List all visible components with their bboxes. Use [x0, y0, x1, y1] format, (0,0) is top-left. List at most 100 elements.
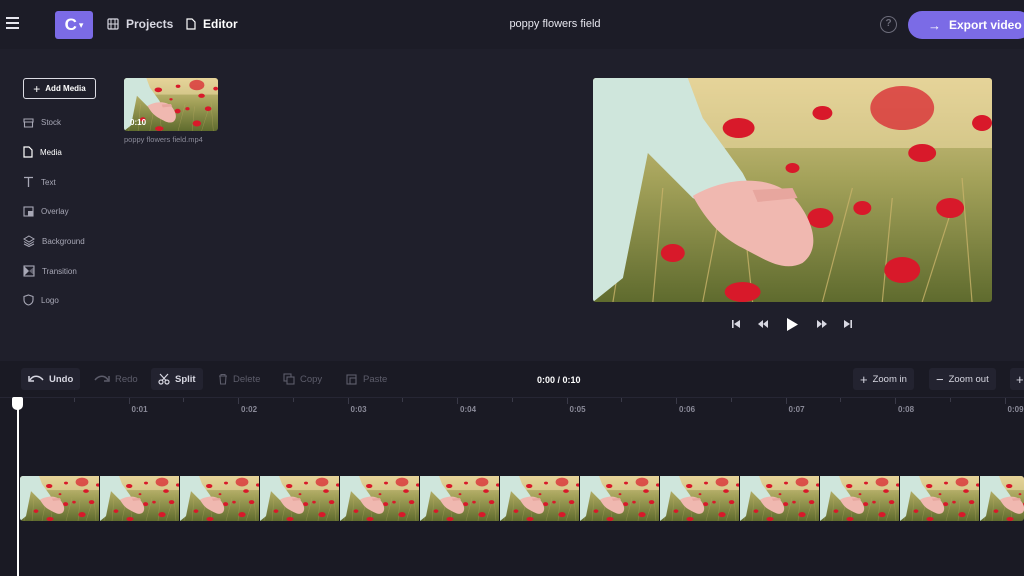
clip-frame-thumbnail: [340, 476, 420, 521]
fit-to-screen-button[interactable]: +: [1010, 368, 1024, 390]
delete-button[interactable]: Delete: [211, 368, 267, 390]
file-icon: [23, 146, 33, 158]
clip-frame-thumbnail: [20, 476, 100, 521]
overlay-icon: [23, 205, 34, 217]
file-icon: [186, 18, 196, 30]
layers-icon: [23, 235, 35, 247]
fast-forward-icon[interactable]: [815, 318, 829, 330]
copy-label: Copy: [300, 373, 323, 385]
undo-icon: [28, 375, 44, 382]
undo-label: Undo: [49, 373, 74, 385]
video-preview[interactable]: [593, 78, 992, 302]
stock-icon: [23, 117, 34, 128]
ruler-minor-tick: [840, 398, 842, 402]
clip-frame-thumbnail: [740, 476, 820, 521]
ruler-minor-tick: [511, 398, 513, 402]
nav-projects[interactable]: Projects: [107, 17, 173, 31]
sidebar-item-media[interactable]: Media: [23, 145, 62, 159]
timeline-ruler[interactable]: 0:01 0:02 0:03 0:04 0:05 0:06 0:07 0:08 0:09: [0, 397, 1024, 417]
logo-letter: C: [64, 15, 77, 34]
export-video-button[interactable]: → Export video: [908, 11, 1024, 39]
sidebar-item-label: Media: [40, 147, 62, 157]
project-title[interactable]: poppy flowers field: [455, 18, 655, 30]
trash-icon: [219, 373, 227, 385]
clip-frame-thumbnail: [660, 476, 740, 521]
chevron-down-icon: ▾: [78, 19, 84, 30]
zoom-in-button[interactable]: + Zoom in: [853, 368, 914, 390]
sidebar-item-label: Overlay: [41, 206, 69, 216]
video-preview-frame: [593, 78, 992, 302]
sidebar-item-label: Stock: [41, 117, 62, 127]
delete-label: Delete: [233, 373, 261, 385]
clip-frame-thumbnail: [580, 476, 660, 521]
ruler-minor-tick: [949, 398, 951, 402]
clip-frame-thumbnail: [100, 476, 180, 521]
sidebar-item-label: Text: [41, 177, 56, 187]
arrow-right-icon: →: [928, 17, 941, 33]
sidebar-item-stock[interactable]: Stock: [23, 115, 61, 129]
sidebar-item-label: Background: [42, 236, 85, 246]
ruler-tick: [238, 398, 239, 404]
undo-button[interactable]: Undo: [21, 368, 81, 390]
top-bar: C ▾ Projects Editor poppy flowers field …: [0, 0, 1024, 49]
clip-frame-thumbnail: [820, 476, 900, 521]
sidebar-item-background[interactable]: Background: [23, 234, 85, 248]
paste-button[interactable]: Paste: [339, 368, 394, 390]
skip-forward-icon[interactable]: [842, 318, 854, 330]
clip-frame-thumbnail: [260, 476, 340, 521]
sidebar-item-text[interactable]: Text: [23, 175, 56, 189]
copy-icon: [283, 373, 295, 385]
timeline-toolbar: Undo Redo Split Delete Copy Paste 0:00 /…: [0, 361, 1024, 397]
plus-icon: +: [1016, 371, 1024, 387]
ruler-minor-tick: [621, 398, 623, 402]
export-video-label: Export video: [949, 18, 1022, 32]
hamburger-menu-icon[interactable]: [6, 17, 19, 29]
ruler-tick-label: 0:05: [569, 405, 586, 414]
ruler-tick-label: 0:04: [460, 405, 477, 414]
clip-frame-thumbnail: [500, 476, 580, 521]
paste-icon: [346, 374, 357, 385]
ruler-tick: [347, 398, 349, 404]
plus-icon: +: [33, 81, 41, 96]
ruler-tick: [457, 398, 458, 404]
sidebar-item-overlay[interactable]: Overlay: [23, 204, 69, 218]
split-label: Split: [175, 373, 196, 385]
copy-button[interactable]: Copy: [276, 368, 329, 390]
rewind-icon[interactable]: [756, 318, 770, 330]
ruler-tick: [128, 398, 130, 404]
sidebar-item-label: Logo: [41, 295, 59, 305]
redo-button[interactable]: Redo: [87, 368, 145, 390]
nav-editor[interactable]: Editor: [186, 17, 238, 31]
paste-label: Paste: [363, 373, 388, 385]
redo-icon: [94, 375, 110, 382]
playhead-handle[interactable]: [12, 397, 23, 410]
timecode: 0:00 / 0:10: [537, 375, 581, 385]
ruler-tick-label: 0:01: [131, 405, 148, 414]
ruler-minor-tick: [73, 398, 75, 402]
ruler-minor-tick: [183, 398, 185, 402]
logo-menu-button[interactable]: C ▾: [55, 11, 93, 39]
timeline-panel: Undo Redo Split Delete Copy Paste 0:00 /…: [0, 361, 1024, 576]
zoom-out-button[interactable]: − Zoom out: [929, 368, 996, 390]
ruler-minor-tick: [730, 398, 732, 402]
ruler-tick: [676, 398, 677, 404]
shield-icon: [23, 294, 34, 306]
clip-frame-thumbnail: [420, 476, 500, 521]
plus-icon: +: [860, 371, 868, 387]
text-icon: [24, 176, 33, 187]
media-duration: 0:10: [130, 118, 147, 127]
ruler-tick: [895, 398, 896, 404]
scissors-icon: [158, 373, 170, 385]
playhead-line[interactable]: [17, 406, 19, 576]
sidebar-item-transition[interactable]: Transition: [23, 264, 77, 278]
sidebar-item-logo[interactable]: Logo: [23, 293, 59, 307]
minus-icon: −: [936, 371, 944, 387]
play-icon[interactable]: [784, 317, 800, 331]
video-clip-track[interactable]: [20, 476, 1024, 521]
transition-icon: [23, 265, 35, 277]
help-icon[interactable]: ?: [880, 16, 897, 33]
skip-back-icon[interactable]: [730, 318, 742, 330]
nav-editor-label: Editor: [203, 17, 238, 31]
add-media-button[interactable]: + Add Media: [23, 78, 96, 99]
split-button[interactable]: Split: [151, 368, 203, 390]
